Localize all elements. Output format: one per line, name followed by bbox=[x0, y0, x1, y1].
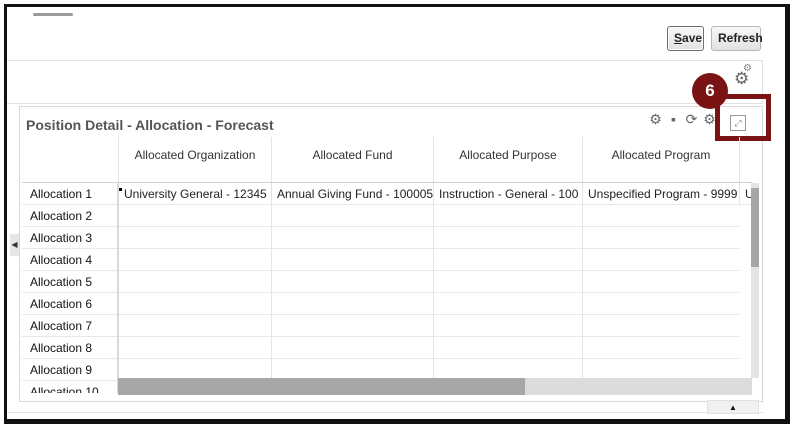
grid-cell[interactable] bbox=[118, 227, 271, 249]
grid-cell[interactable] bbox=[582, 205, 739, 227]
grid-cell[interactable] bbox=[582, 271, 739, 293]
grid-cell[interactable] bbox=[433, 271, 582, 293]
grid-cell[interactable] bbox=[433, 205, 582, 227]
row-header: Allocation 7 bbox=[22, 315, 117, 337]
page-toolbar-band bbox=[7, 60, 763, 104]
grid-cell[interactable] bbox=[271, 249, 433, 271]
grid-cell[interactable] bbox=[271, 337, 433, 359]
column-header[interactable] bbox=[739, 137, 752, 183]
refresh-button[interactable]: Refresh bbox=[711, 26, 763, 51]
grid-cell[interactable] bbox=[433, 227, 582, 249]
column-header[interactable]: Allocated Organization bbox=[118, 137, 271, 183]
panel-title: Position Detail - Allocation - Forecast bbox=[26, 117, 274, 133]
collapse-up-icon[interactable]: ▲ bbox=[707, 400, 759, 414]
grid-cell[interactable]: University General - 12345 bbox=[118, 183, 271, 205]
row-header: Allocation 2 bbox=[22, 205, 117, 227]
callout-number: 6 bbox=[692, 73, 728, 109]
grid-cell[interactable]: Annual Giving Fund - 100005 bbox=[271, 183, 433, 205]
save-label-mnemonic: S bbox=[674, 31, 683, 45]
vertical-scrollbar-thumb[interactable] bbox=[751, 188, 759, 267]
grid-cell[interactable] bbox=[118, 315, 271, 337]
row-header: Allocation 1 bbox=[22, 183, 117, 205]
column-header[interactable]: Allocated Program bbox=[582, 137, 739, 183]
grid-cell[interactable] bbox=[433, 293, 582, 315]
column-header[interactable]: Allocated Fund bbox=[271, 137, 433, 183]
grid-cell[interactable] bbox=[271, 271, 433, 293]
grid-cell[interactable] bbox=[433, 337, 582, 359]
row-header: Allocation 8 bbox=[22, 337, 117, 359]
row-header: Allocation 9 bbox=[22, 359, 117, 381]
grid-cell[interactable] bbox=[582, 337, 739, 359]
grid-cell[interactable] bbox=[118, 205, 271, 227]
row-header: Allocation 10 bbox=[22, 381, 117, 393]
grid-cell[interactable] bbox=[271, 227, 433, 249]
drag-handle[interactable] bbox=[33, 13, 73, 16]
settings-gear-icon[interactable]: ⚙ ⚙ bbox=[734, 63, 752, 91]
row-header-divider bbox=[117, 183, 119, 393]
grid-cell[interactable]: Instruction - General - 100 bbox=[433, 183, 582, 205]
grid-cell[interactable] bbox=[118, 249, 271, 271]
grid-cell[interactable] bbox=[118, 271, 271, 293]
grid-cell[interactable] bbox=[271, 205, 433, 227]
grid-cell[interactable] bbox=[118, 293, 271, 315]
grid-cell[interactable] bbox=[271, 293, 433, 315]
save-label-rest: ave bbox=[682, 31, 703, 45]
allocation-grid: Allocated Organization Allocated Fund Al… bbox=[22, 137, 752, 393]
row-header: Allocation 3 bbox=[22, 227, 117, 249]
bottom-divider bbox=[7, 412, 763, 413]
grid-cell[interactable] bbox=[582, 315, 739, 337]
panel-toolbar: ⚙ ▪ ⟳ ⚙ bbox=[648, 111, 717, 129]
row-header: Allocation 5 bbox=[22, 271, 117, 293]
gear-icon[interactable]: ⚙ bbox=[648, 111, 663, 129]
grid-cell[interactable] bbox=[582, 249, 739, 271]
grid-cell[interactable] bbox=[582, 293, 739, 315]
active-cell-marker bbox=[119, 188, 122, 191]
app-window: Save Refresh ⚙ ⚙ Position Detail - Alloca… bbox=[4, 4, 790, 424]
refresh-icon[interactable]: ⟳ bbox=[684, 111, 699, 129]
expand-icon[interactable]: ⤢ bbox=[730, 115, 746, 131]
row-header: Allocation 6 bbox=[22, 293, 117, 315]
save-icon[interactable]: ▪ bbox=[666, 111, 681, 129]
grid-cell[interactable] bbox=[118, 337, 271, 359]
horizontal-scrollbar-thumb[interactable] bbox=[118, 378, 525, 395]
row-header: Allocation 4 bbox=[22, 249, 117, 271]
save-button[interactable]: Save bbox=[667, 26, 704, 51]
grid-cell[interactable] bbox=[582, 227, 739, 249]
grid-cell[interactable] bbox=[433, 249, 582, 271]
grid-cell[interactable] bbox=[271, 315, 433, 337]
grid-cell[interactable]: Unspecified Program - 9999 bbox=[582, 183, 739, 205]
collapse-left-icon[interactable]: ◀ bbox=[10, 234, 19, 256]
grid-cell[interactable] bbox=[433, 315, 582, 337]
column-header[interactable]: Allocated Purpose bbox=[433, 137, 582, 183]
